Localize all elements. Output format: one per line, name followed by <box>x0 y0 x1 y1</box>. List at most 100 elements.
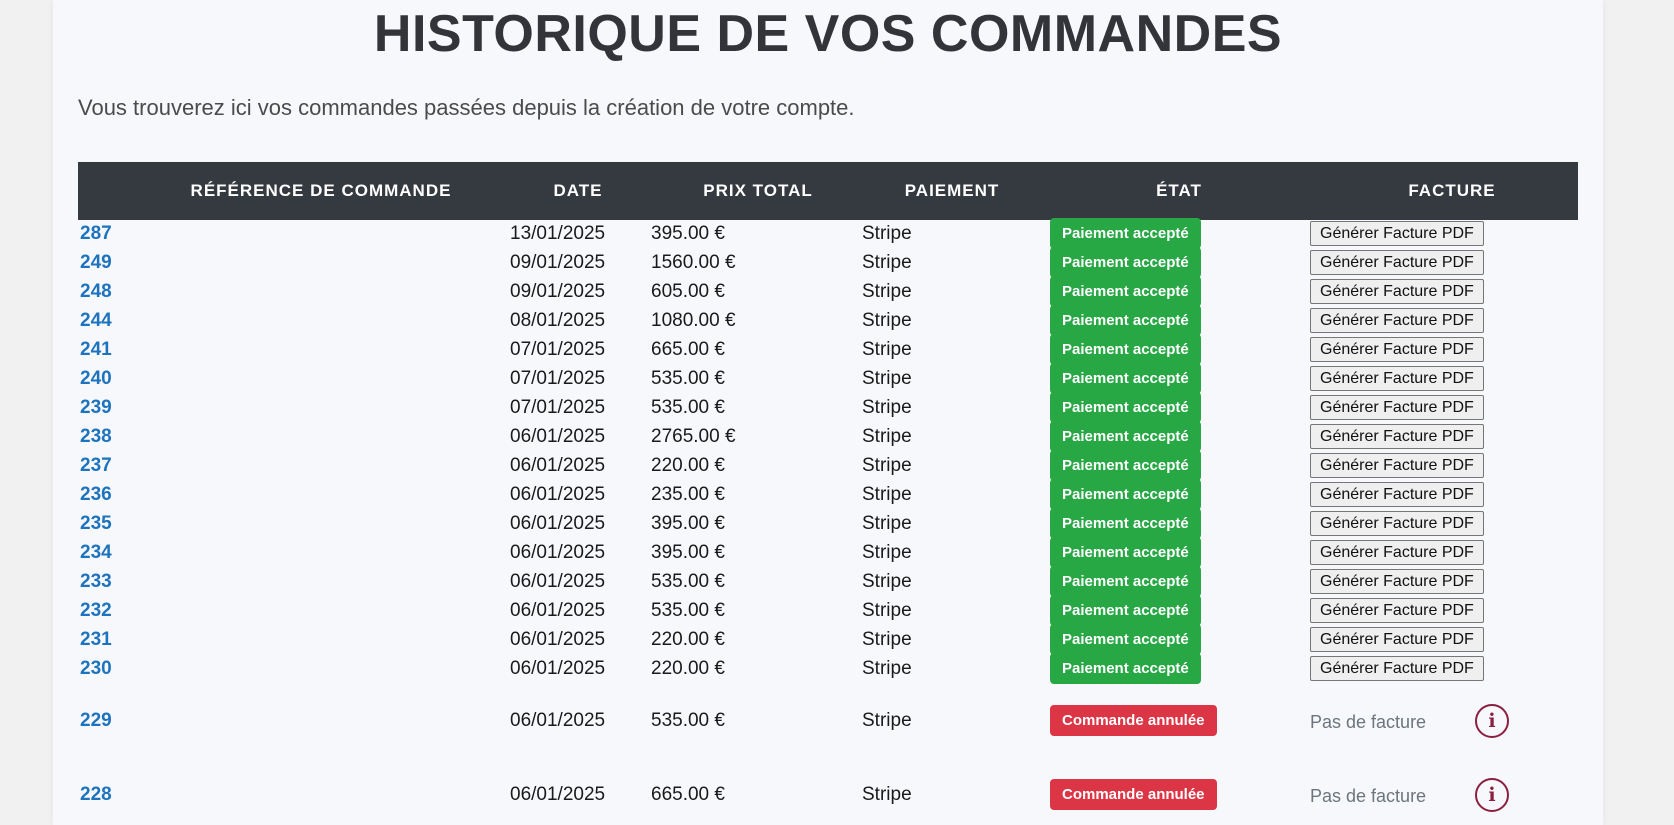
header-total-price: PRIX TOTAL <box>703 181 813 200</box>
table-row: 241 07/01/2025 665.00 € Stripe Paiement acce… <box>78 334 1578 366</box>
generate-invoice-pdf-button[interactable]: Générer Facture PDF <box>1310 308 1484 333</box>
order-payment-method: Stripe <box>862 513 912 534</box>
order-reference-link[interactable]: 235 <box>80 513 112 535</box>
order-reference-link[interactable]: 249 <box>80 252 112 274</box>
table-row: 230 06/01/2025 220.00 € Stripe Paiement acce… <box>78 653 1578 685</box>
table-header: RÉFÉRENCE DE COMMANDE DATE PRIX TOTAL PA… <box>78 162 1578 220</box>
order-date: 06/01/2025 <box>510 710 606 731</box>
generate-invoice-pdf-button[interactable]: Générer Facture PDF <box>1310 366 1484 391</box>
page-title: HISTORIQUE DE VOS COMMANDES <box>373 5 1283 63</box>
generate-invoice-pdf-button[interactable]: Générer Facture PDF <box>1310 627 1484 652</box>
order-date: 13/01/2025 <box>510 223 606 244</box>
info-icon[interactable]: i <box>1475 704 1509 738</box>
order-total-price: 535.00 € <box>651 600 725 621</box>
order-reference-link[interactable]: 231 <box>80 629 112 651</box>
status-badge-accepted: Paiement accepté <box>1050 276 1201 307</box>
status-badge-accepted: Paiement accepté <box>1050 595 1201 626</box>
generate-invoice-pdf-button[interactable]: Générer Facture PDF <box>1310 279 1484 304</box>
order-reference-link[interactable]: 228 <box>80 784 112 806</box>
order-total-price: 605.00 € <box>651 281 725 302</box>
order-reference-link[interactable]: 234 <box>80 542 112 564</box>
status-badge-accepted: Paiement accepté <box>1050 508 1201 539</box>
generate-invoice-pdf-button[interactable]: Générer Facture PDF <box>1310 569 1484 594</box>
status-badge-accepted: Paiement accepté <box>1050 363 1201 394</box>
generate-invoice-pdf-button[interactable]: Générer Facture PDF <box>1310 482 1484 507</box>
order-total-price: 220.00 € <box>651 455 725 476</box>
table-row: 232 06/01/2025 535.00 € Stripe Paiement acce… <box>78 595 1578 627</box>
order-date: 06/01/2025 <box>510 513 606 534</box>
order-reference-link[interactable]: 239 <box>80 397 112 419</box>
order-reference-link[interactable]: 229 <box>80 710 112 732</box>
order-payment-method: Stripe <box>862 397 912 418</box>
order-reference-link[interactable]: 287 <box>80 223 112 245</box>
table-row: 234 06/01/2025 395.00 € Stripe Paiement acce… <box>78 537 1578 569</box>
generate-invoice-pdf-button[interactable]: Générer Facture PDF <box>1310 656 1484 681</box>
generate-invoice-pdf-button[interactable]: Générer Facture PDF <box>1310 424 1484 449</box>
order-payment-method: Stripe <box>862 784 912 805</box>
table-row: 236 06/01/2025 235.00 € Stripe Paiement acce… <box>78 479 1578 511</box>
order-payment-method: Stripe <box>862 339 912 360</box>
order-total-price: 535.00 € <box>651 571 725 592</box>
order-total-price: 535.00 € <box>651 368 725 389</box>
order-reference-link[interactable]: 240 <box>80 368 112 390</box>
status-badge-accepted: Paiement accepté <box>1050 624 1201 655</box>
status-badge-accepted: Paiement accepté <box>1050 479 1201 510</box>
table-row: 240 07/01/2025 535.00 € Stripe Paiement acce… <box>78 363 1578 395</box>
generate-invoice-pdf-button[interactable]: Générer Facture PDF <box>1310 395 1484 420</box>
order-reference-link[interactable]: 232 <box>80 600 112 622</box>
order-payment-method: Stripe <box>862 223 912 244</box>
status-badge-accepted: Paiement accepté <box>1050 537 1201 568</box>
order-total-price: 395.00 € <box>651 513 725 534</box>
generate-invoice-pdf-button[interactable]: Générer Facture PDF <box>1310 540 1484 565</box>
generate-invoice-pdf-button[interactable]: Générer Facture PDF <box>1310 453 1484 478</box>
generate-invoice-pdf-button[interactable]: Générer Facture PDF <box>1310 337 1484 362</box>
order-payment-method: Stripe <box>862 310 912 331</box>
order-date: 07/01/2025 <box>510 368 606 389</box>
generate-invoice-pdf-button[interactable]: Générer Facture PDF <box>1310 511 1484 536</box>
order-reference-link[interactable]: 238 <box>80 426 112 448</box>
order-reference-link[interactable]: 230 <box>80 658 112 680</box>
info-icon[interactable]: i <box>1475 778 1509 812</box>
order-payment-method: Stripe <box>862 542 912 563</box>
status-badge-accepted: Paiement accepté <box>1050 218 1201 249</box>
order-payment-method: Stripe <box>862 281 912 302</box>
table-row: 233 06/01/2025 535.00 € Stripe Paiement acce… <box>78 566 1578 598</box>
order-reference-link[interactable]: 244 <box>80 310 112 332</box>
table-row: 248 09/01/2025 605.00 € Stripe Paiement acce… <box>78 276 1578 308</box>
order-reference-link[interactable]: 236 <box>80 484 112 506</box>
order-total-price: 665.00 € <box>651 339 725 360</box>
table-row: 239 07/01/2025 535.00 € Stripe Paiement acce… <box>78 392 1578 424</box>
order-date: 06/01/2025 <box>510 784 606 805</box>
order-total-price: 220.00 € <box>651 629 725 650</box>
order-reference-link[interactable]: 241 <box>80 339 112 361</box>
status-badge-accepted: Paiement accepté <box>1050 392 1201 423</box>
table-row: 249 09/01/2025 1560.00 € Stripe Paiement acc… <box>78 247 1578 279</box>
order-payment-method: Stripe <box>862 426 912 447</box>
table-row: 238 06/01/2025 2765.00 € Stripe Paiement acc… <box>78 421 1578 453</box>
header-reference: RÉFÉRENCE DE COMMANDE <box>190 181 452 200</box>
order-payment-method: Stripe <box>862 368 912 389</box>
status-badge-accepted: Paiement accepté <box>1050 247 1201 278</box>
order-total-price: 665.00 € <box>651 784 725 805</box>
header-date: DATE <box>553 181 603 200</box>
order-total-price: 535.00 € <box>651 710 725 731</box>
table-row: 231 06/01/2025 220.00 € Stripe Paiement acce… <box>78 624 1578 656</box>
order-reference-link[interactable]: 237 <box>80 455 112 477</box>
generate-invoice-pdf-button[interactable]: Générer Facture PDF <box>1310 598 1484 623</box>
header-status: ÉTAT <box>1156 181 1202 200</box>
order-date: 08/01/2025 <box>510 310 606 331</box>
status-badge-accepted: Paiement accepté <box>1050 305 1201 336</box>
order-date: 07/01/2025 <box>510 397 606 418</box>
order-date: 06/01/2025 <box>510 426 606 447</box>
generate-invoice-pdf-button[interactable]: Générer Facture PDF <box>1310 250 1484 275</box>
order-date: 06/01/2025 <box>510 629 606 650</box>
order-payment-method: Stripe <box>862 455 912 476</box>
table-row: 228 06/01/2025 665.00 € Stripe Commande annu… <box>78 778 1578 812</box>
order-date: 09/01/2025 <box>510 252 606 273</box>
order-total-price: 535.00 € <box>651 397 725 418</box>
order-reference-link[interactable]: 248 <box>80 281 112 303</box>
order-reference-link[interactable]: 233 <box>80 571 112 593</box>
order-date: 07/01/2025 <box>510 339 606 360</box>
generate-invoice-pdf-button[interactable]: Générer Facture PDF <box>1310 221 1484 246</box>
header-payment: PAIEMENT <box>904 181 1000 200</box>
